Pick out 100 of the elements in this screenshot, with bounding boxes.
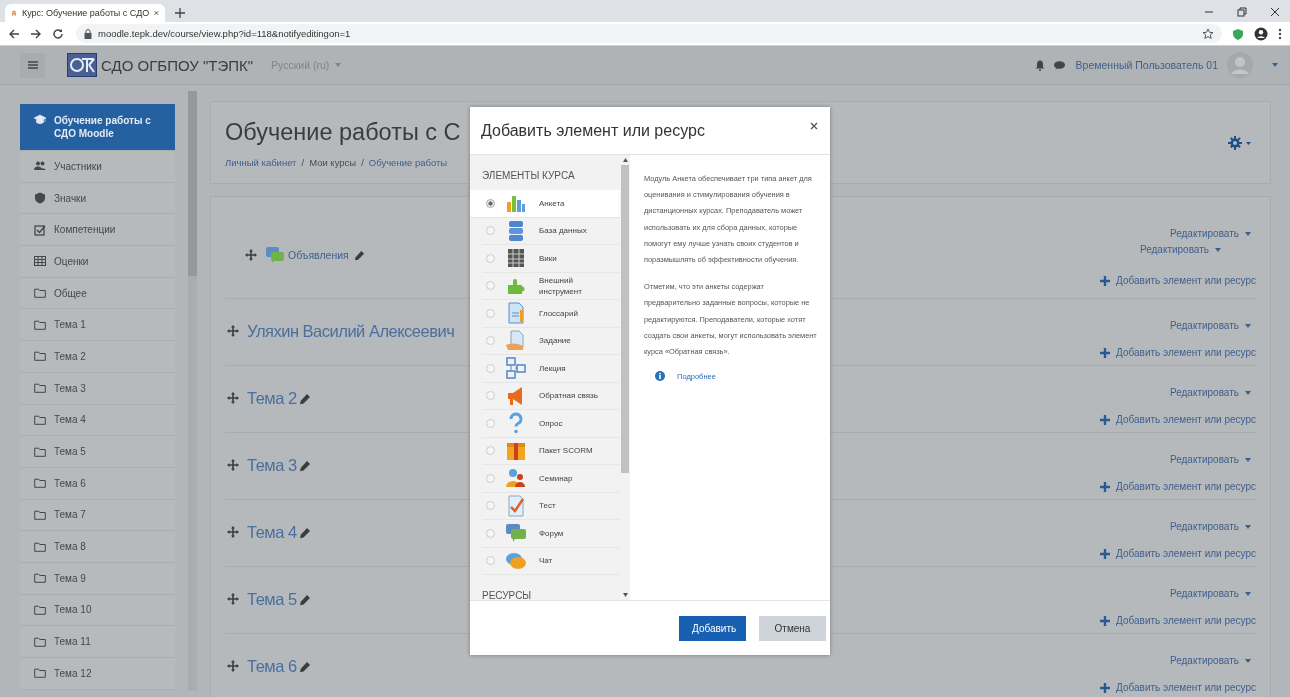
bell-icon[interactable] <box>1034 59 1045 71</box>
move-icon[interactable] <box>245 249 257 261</box>
radio-button[interactable] <box>486 418 495 428</box>
edit-menu[interactable]: Редактировать <box>1139 243 1221 256</box>
cancel-button[interactable]: Отмена <box>759 615 826 641</box>
add-activity-link[interactable]: Добавить элемент или ресурс <box>1100 681 1256 694</box>
section-title[interactable]: Тема 6 <box>247 654 297 678</box>
profile-icon[interactable] <box>1254 26 1268 41</box>
sidebar-item[interactable]: Значки <box>20 182 175 215</box>
sidebar-item[interactable]: Тема 11 <box>20 626 175 658</box>
move-icon[interactable] <box>227 593 239 605</box>
user-name[interactable]: Временный Пользователь 01 <box>1075 59 1218 71</box>
edit-menu[interactable]: Редактировать <box>1169 227 1251 240</box>
close-icon[interactable] <box>810 121 818 130</box>
back-arrow-icon[interactable] <box>8 27 20 40</box>
pencil-icon[interactable] <box>298 661 311 673</box>
star-icon[interactable] <box>1202 27 1214 40</box>
menu-button[interactable] <box>20 52 45 78</box>
activity-option[interactable]: Опрос <box>482 410 620 438</box>
activity-link[interactable]: Объявления <box>288 249 349 261</box>
pencil-icon[interactable] <box>353 249 365 261</box>
scroll-down-icon[interactable] <box>622 593 628 597</box>
radio-button[interactable] <box>486 528 495 538</box>
sidebar-item[interactable]: Тема 10 <box>20 594 175 627</box>
sidebar-item[interactable]: Тема 7 <box>20 499 175 532</box>
close-icon[interactable] <box>1270 7 1280 17</box>
scrollbar-thumb[interactable] <box>621 165 629 473</box>
add-activity-link[interactable]: Добавить элемент или ресурс <box>1100 480 1256 493</box>
plus-icon[interactable] <box>175 8 185 18</box>
sidebar-item[interactable]: Тема 8 <box>20 531 175 563</box>
activity-option[interactable]: Лекция <box>482 355 620 383</box>
add-button[interactable]: Добавить <box>679 615 746 641</box>
radio-button[interactable] <box>486 391 495 401</box>
forward-arrow-icon[interactable] <box>30 27 42 40</box>
pencil-icon[interactable] <box>298 393 311 405</box>
radio-button[interactable] <box>486 198 495 208</box>
radio-button[interactable] <box>486 446 495 456</box>
add-activity-link[interactable]: Добавить элемент или ресурс <box>1100 614 1256 627</box>
section-title[interactable]: Тема 4 <box>247 520 297 544</box>
add-activity-link[interactable]: Добавить элемент или ресурс <box>1100 547 1256 560</box>
activity-option[interactable]: Внешний инструмент <box>482 272 620 300</box>
activity-option[interactable]: Чат <box>482 547 620 575</box>
address-field[interactable]: moodle.tepk.dev/course/view.php?id=118&notifyeditingon=1 <box>76 24 1222 43</box>
browser-tab[interactable]: Курс: Обучение работы с СДО <box>5 4 165 22</box>
radio-button[interactable] <box>486 363 495 373</box>
chat-icon[interactable] <box>1053 60 1065 70</box>
sidebar-item[interactable]: Тема 4 <box>20 404 175 437</box>
sidebar-item[interactable]: Тема 5 <box>20 436 175 468</box>
activity-option[interactable]: Глоссарий <box>482 300 620 328</box>
shield-icon[interactable] <box>1232 27 1244 40</box>
move-icon[interactable] <box>227 392 239 404</box>
edit-menu[interactable]: Редактировать <box>1169 654 1251 667</box>
sidebar-item[interactable]: Тема 1 <box>20 309 175 342</box>
sidebar-item[interactable]: Тема 6 <box>20 467 175 500</box>
edit-menu[interactable]: Редактировать <box>1169 520 1251 533</box>
sidebar-item[interactable]: Тема 2 <box>20 341 175 373</box>
scrollbar-thumb[interactable] <box>188 91 197 276</box>
logo-icon[interactable] <box>67 53 97 77</box>
move-icon[interactable] <box>227 660 239 672</box>
breadcrumb-link[interactable]: Обучение работы <box>368 157 448 168</box>
radio-button[interactable] <box>486 226 495 236</box>
kebab-menu-icon[interactable] <box>1278 27 1282 40</box>
radio-button[interactable] <box>486 556 495 566</box>
move-icon[interactable] <box>227 526 239 538</box>
radio-button[interactable] <box>486 336 495 346</box>
activity-option[interactable]: Пакет SCORM <box>482 437 620 465</box>
edit-menu[interactable]: Редактировать <box>1169 453 1251 466</box>
sidebar-item[interactable]: Компетенции <box>20 214 175 247</box>
sidebar-item[interactable]: Тема 3 <box>20 372 175 405</box>
radio-button[interactable] <box>486 473 495 483</box>
activity-option[interactable]: Форум <box>482 520 620 548</box>
sidebar-item[interactable]: Общее <box>20 277 175 310</box>
edit-menu[interactable]: Редактировать <box>1169 386 1251 399</box>
edit-menu[interactable]: Редактировать <box>1169 319 1251 332</box>
sidebar-item[interactable]: Тема 12 <box>20 658 175 690</box>
restore-icon[interactable] <box>1237 7 1247 17</box>
activity-option[interactable]: Анкета <box>470 190 620 218</box>
section-title[interactable]: Тема 3 <box>247 453 297 477</box>
add-activity-link[interactable]: Добавить элемент или ресурс <box>1100 346 1256 359</box>
activity-option[interactable]: Вики <box>482 245 620 273</box>
activity-option[interactable]: Обратная связь <box>482 382 620 410</box>
sidebar-item[interactable]: Тема 9 <box>20 562 175 595</box>
edit-menu[interactable]: Редактировать <box>1169 587 1251 600</box>
pencil-icon[interactable] <box>298 594 311 606</box>
sidebar-item[interactable]: Участники <box>20 151 175 183</box>
activity-option[interactable]: Задание <box>482 327 620 355</box>
activity-option[interactable]: Семинар <box>482 465 620 493</box>
move-icon[interactable] <box>227 459 239 471</box>
pencil-icon[interactable] <box>298 527 311 539</box>
pencil-icon[interactable] <box>298 460 311 472</box>
move-icon[interactable] <box>227 325 239 337</box>
close-icon[interactable] <box>154 9 159 17</box>
radio-button[interactable] <box>486 501 495 511</box>
section-title[interactable]: Тема 5 <box>247 587 297 611</box>
activity-option[interactable]: Тест <box>482 492 620 520</box>
caret-icon[interactable] <box>1272 63 1278 67</box>
breadcrumb-link[interactable]: Личный кабинет <box>225 157 297 168</box>
add-activity-link[interactable]: Добавить элемент или ресурс <box>1100 274 1256 287</box>
activity-option[interactable]: База данных <box>482 217 620 245</box>
add-activity-link[interactable]: Добавить элемент или ресурс <box>1100 413 1256 426</box>
